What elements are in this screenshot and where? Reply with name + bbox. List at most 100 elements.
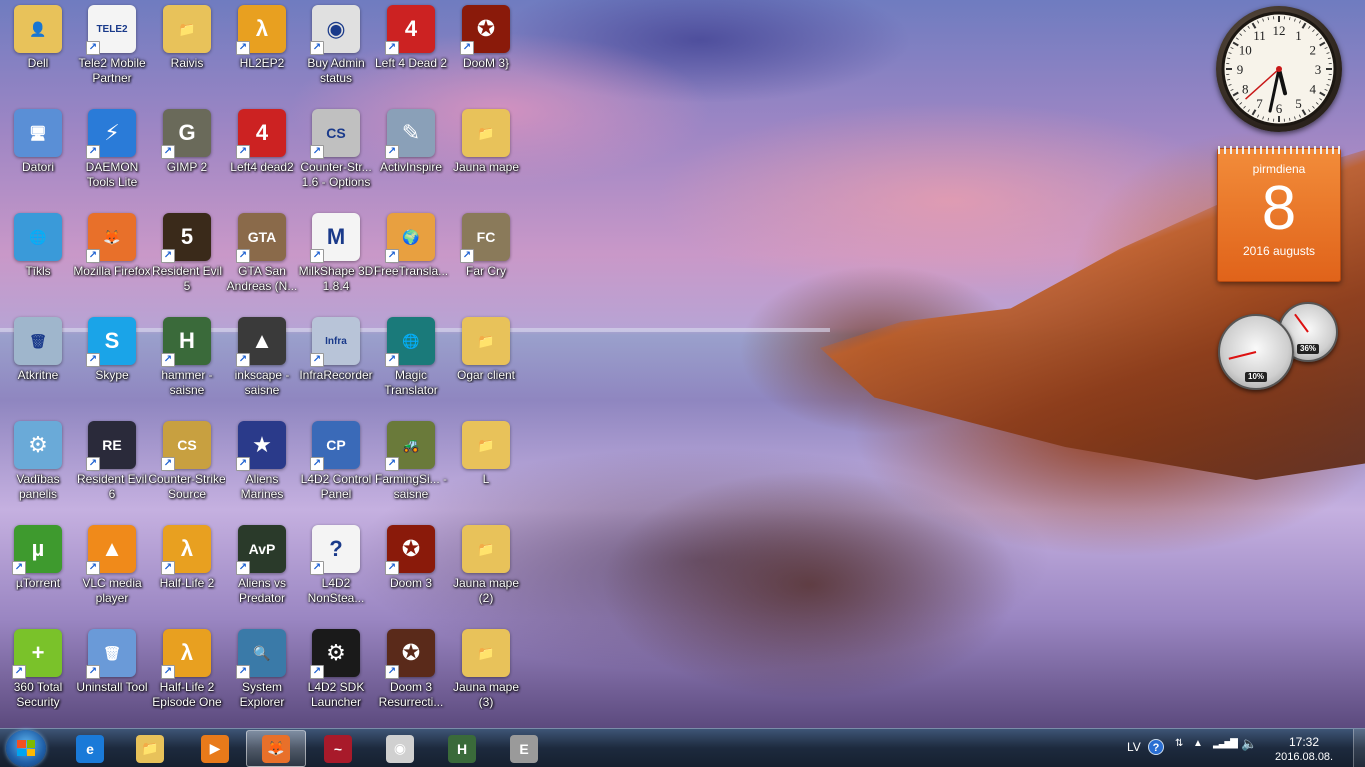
desktop-icon[interactable]: ✪ ↗ DooM 3} [448, 5, 524, 105]
desktop-icon[interactable]: λ ↗ Half-Life 2 Episode One [149, 629, 225, 729]
taskbar-button[interactable]: ◉ [370, 730, 430, 767]
desktop-icon[interactable]: 📁 Jauna mape (2) [448, 525, 524, 625]
desktop-icon[interactable]: 5 ↗ Resident Evil 5 [149, 213, 225, 313]
keyboard-icon[interactable]: ⇅ [1175, 738, 1183, 749]
desktop-icon[interactable]: 🌍 ↗ FreeTransla... [373, 213, 449, 313]
shortcut-arrow-icon: ↗ [161, 561, 175, 575]
start-button[interactable] [6, 730, 46, 767]
desktop-icon[interactable]: 🖥 Datori [0, 109, 76, 209]
shortcut-arrow-icon: ↗ [12, 561, 26, 575]
desktop-icon[interactable]: ⚙ ↗ L4D2 SDK Launcher [298, 629, 374, 729]
taskbar-button[interactable]: E [494, 730, 554, 767]
cpu-meter-gadget[interactable]: 36% 10% [1216, 300, 1344, 396]
desktop-icon[interactable]: 🚜 ↗ FarmingSi... - saisne [373, 421, 449, 521]
desktop-icon[interactable]: H ↗ hammer - saisne [149, 317, 225, 417]
taskbar-button[interactable]: 📁 [120, 730, 180, 767]
desktop-icon[interactable]: 📁 Ogar client [448, 317, 524, 417]
show-desktop-button[interactable] [1353, 729, 1365, 767]
desktop-icon[interactable]: G ↗ GIMP 2 [149, 109, 225, 209]
desktop-icon-label: DooM 3} [462, 56, 510, 70]
folder-icon: 📁 [163, 5, 211, 53]
far-cry-icon: FC ↗ [460, 213, 510, 263]
desktop-icon[interactable]: 📁 Raivis [149, 5, 225, 105]
desktop-icon[interactable]: M ↗ MilkShape 3D 1.8.4 [298, 213, 374, 313]
desktop-icon[interactable]: 🗑 Atkritne [0, 317, 76, 417]
clock-gadget[interactable]: 12 1 2 3 4 5 6 7 8 9 10 11 [1216, 6, 1342, 132]
desktop-icon[interactable]: CS ↗ Counter-Strike Source [148, 421, 226, 521]
desktop-icon[interactable]: 🦊 ↗ Mozilla Firefox [73, 213, 151, 313]
desktop-icon[interactable]: TELE2 ↗ Tele2 Mobile Partner [74, 5, 150, 105]
clock-number: 2 [1310, 43, 1317, 58]
desktop-icon[interactable]: ⚡ ↗ DAEMON Tools Lite [74, 109, 150, 209]
clock-number: 4 [1310, 82, 1317, 97]
taskbar-button[interactable]: H [432, 730, 492, 767]
desktop-icon[interactable]: ? ↗ L4D2 NonStea... [298, 525, 374, 625]
desktop-icon-label: Doom 3 [389, 576, 433, 590]
desktop-icon[interactable]: ▲ ↗ VLC media player [74, 525, 150, 625]
desktop-icon[interactable]: ⚙ Vadības panelis [0, 421, 76, 521]
desktop-icon[interactable]: ✪ ↗ Doom 3 [373, 525, 449, 625]
calendar-rings [1218, 146, 1340, 154]
utorrent-icon: µ ↗ [12, 525, 62, 575]
desktop-icon[interactable]: λ ↗ Half-Life 2 [149, 525, 225, 625]
desktop-icon[interactable]: 🌐 ↗ Magic Translator [373, 317, 449, 417]
desktop-icon[interactable]: CP ↗ L4D2 Control Panel [298, 421, 374, 521]
desktop-icon[interactable]: 🌐 Tīkls [0, 213, 76, 313]
taskbar-button[interactable]: ▶ [185, 730, 245, 767]
calendar-gadget[interactable]: pirmdiena 8 2016 augusts [1217, 146, 1341, 282]
desktop-icon[interactable]: ✎ ↗ ActivInspire [373, 109, 449, 209]
firefox-icon: 🦊 [262, 734, 290, 763]
desktop-icon-label: Left4 dead2 [230, 160, 294, 174]
desktop-icon[interactable]: FC ↗ Far Cry [448, 213, 524, 313]
taskbar-button[interactable]: ~ [308, 730, 368, 767]
shortcut-arrow-icon: ↗ [310, 249, 324, 263]
desktop-icon[interactable]: ▲ ↗ inkscape - saisne [224, 317, 300, 417]
volume-icon[interactable]: 🔈 [1241, 736, 1257, 752]
desktop-icon[interactable]: Infra ↗ InfraRecorder [298, 317, 374, 417]
folder-icon: 📁 [462, 109, 510, 157]
left-4-dead-2-icon: 4 ↗ [385, 5, 435, 55]
desktop-icon[interactable]: 📁 L [448, 421, 524, 521]
desktop-icon[interactable]: S ↗ Skype [74, 317, 150, 417]
icon-glyph: λ [180, 640, 194, 665]
daemon-tools-icon: ⚡ ↗ [86, 109, 136, 159]
desktop-icon[interactable]: λ ↗ HL2EP2 [224, 5, 300, 105]
shortcut-arrow-icon: ↗ [385, 457, 399, 471]
desktop-icon[interactable]: AvP ↗ Aliens vs Predator [224, 525, 300, 625]
desktop-icon[interactable]: ◉ ↗ Buy Admin status [298, 5, 374, 105]
desktop-icon[interactable]: µ ↗ µTorrent [0, 525, 76, 625]
file-explorer-icon: 📁 [136, 734, 164, 763]
shortcut-arrow-icon: ↗ [161, 353, 175, 367]
l4d2-control-panel-icon: CP ↗ [310, 421, 360, 471]
taskbar-clock-time[interactable]: 17:32 [1275, 735, 1333, 749]
help-icon[interactable]: ? [1148, 739, 1164, 755]
taskbar-button[interactable]: 🦊 [246, 730, 306, 767]
shortcut-arrow-icon: ↗ [86, 665, 100, 679]
desktop-icon[interactable]: 👤 Dell [0, 5, 76, 105]
desktop-icon[interactable]: GTA ↗ GTA San Andreas (N... [224, 213, 300, 313]
show-hidden-icons-icon[interactable]: ▲ [1193, 738, 1203, 749]
desktop-icon[interactable]: RE ↗ Resident Evil 6 [74, 421, 150, 521]
desktop-icon[interactable]: 4 ↗ Left4 dead2 [224, 109, 300, 209]
network-signal-icon[interactable]: ▂▃▅▇ [1213, 738, 1238, 749]
desktop-icon-label: Buy Admin status [307, 56, 365, 85]
shortcut-arrow-icon: ↗ [12, 665, 26, 679]
taskbar-clock-date[interactable]: 2016.08.08. [1275, 751, 1333, 764]
taskbar-button[interactable]: e [60, 730, 120, 767]
desktop-icon-label: Atkritne [17, 368, 59, 382]
desktop-icon[interactable]: 📁 Jauna mape [448, 109, 524, 209]
hammer-editor-icon: H ↗ [161, 317, 211, 367]
desktop-icon[interactable]: 🗑 ↗ Uninstall Tool [74, 629, 150, 729]
desktop-icon[interactable]: 4 ↗ Left 4 Dead 2 [373, 5, 449, 105]
network-globe-icon: 🌐 [14, 213, 62, 261]
desktop-icon[interactable]: 📁 Jauna mape (3) [448, 629, 524, 729]
language-indicator[interactable]: LV [1127, 740, 1141, 754]
desktop-icon[interactable]: ✪ ↗ Doom 3 Resurrecti... [373, 629, 449, 729]
desktop-icon[interactable]: + ↗ 360 Total Security [0, 629, 76, 729]
desktop-icon-label: L4D2 Control Panel [300, 472, 372, 501]
desktop-icon[interactable]: ★ ↗ Aliens Marines [224, 421, 300, 521]
folder-icon: 📁 [462, 525, 510, 573]
desktop-icon-label: inkscape - saisne [234, 368, 290, 397]
desktop-icon[interactable]: CS ↗ Counter-Str... 1.6 - Options [298, 109, 374, 209]
desktop-icon[interactable]: 🔍 ↗ System Explorer [224, 629, 300, 729]
